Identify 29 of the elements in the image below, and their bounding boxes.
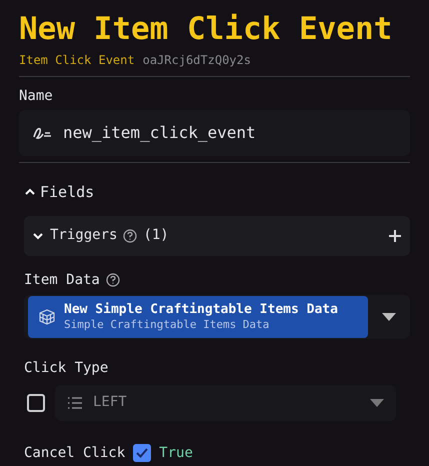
field-label: Item Data [24, 270, 100, 290]
fields-toggle[interactable]: Fields [24, 181, 94, 204]
count-label: (1) [143, 226, 169, 245]
dropdown-arrow-icon[interactable] [382, 312, 396, 320]
selected-item-chip[interactable]: New Simple Craftingtable Items Data Simple Craftingtable Items Data [28, 296, 368, 338]
checkbox[interactable] [133, 444, 152, 462]
add-icon[interactable] [388, 228, 402, 242]
name-field[interactable]: new_item_click_event [19, 110, 410, 156]
value-label: True [159, 444, 193, 462]
item-title: New Simple Craftingtable Items Data [64, 302, 338, 316]
type-label: Item Click Event [19, 52, 135, 68]
item-data-select[interactable]: New Simple Craftingtable Items Data Simple Craftingtable Items Data [24, 294, 410, 338]
field-label: Cancel Click [24, 444, 126, 462]
signature-icon [31, 125, 53, 141]
field-label: Name [19, 87, 54, 105]
dropdown-arrow-icon [370, 398, 384, 406]
help-icon [123, 228, 138, 242]
page-title: New Item Click Event [19, 10, 394, 49]
help-icon [106, 273, 120, 287]
triggers-panel[interactable]: Triggers (1) [24, 216, 410, 256]
click-type-select[interactable]: LEFT [55, 384, 396, 420]
id-label: oaJRcj6dTzQ0y2s [142, 52, 251, 68]
field-label: Click Type [24, 358, 110, 376]
list-icon [67, 396, 83, 410]
triggers-label: Triggers [50, 226, 118, 245]
checkbox[interactable] [27, 394, 45, 412]
name-value: new_item_click_event [63, 122, 256, 144]
item-subtitle: Simple Craftingtable Items Data [64, 316, 270, 332]
cube-icon [38, 308, 56, 326]
